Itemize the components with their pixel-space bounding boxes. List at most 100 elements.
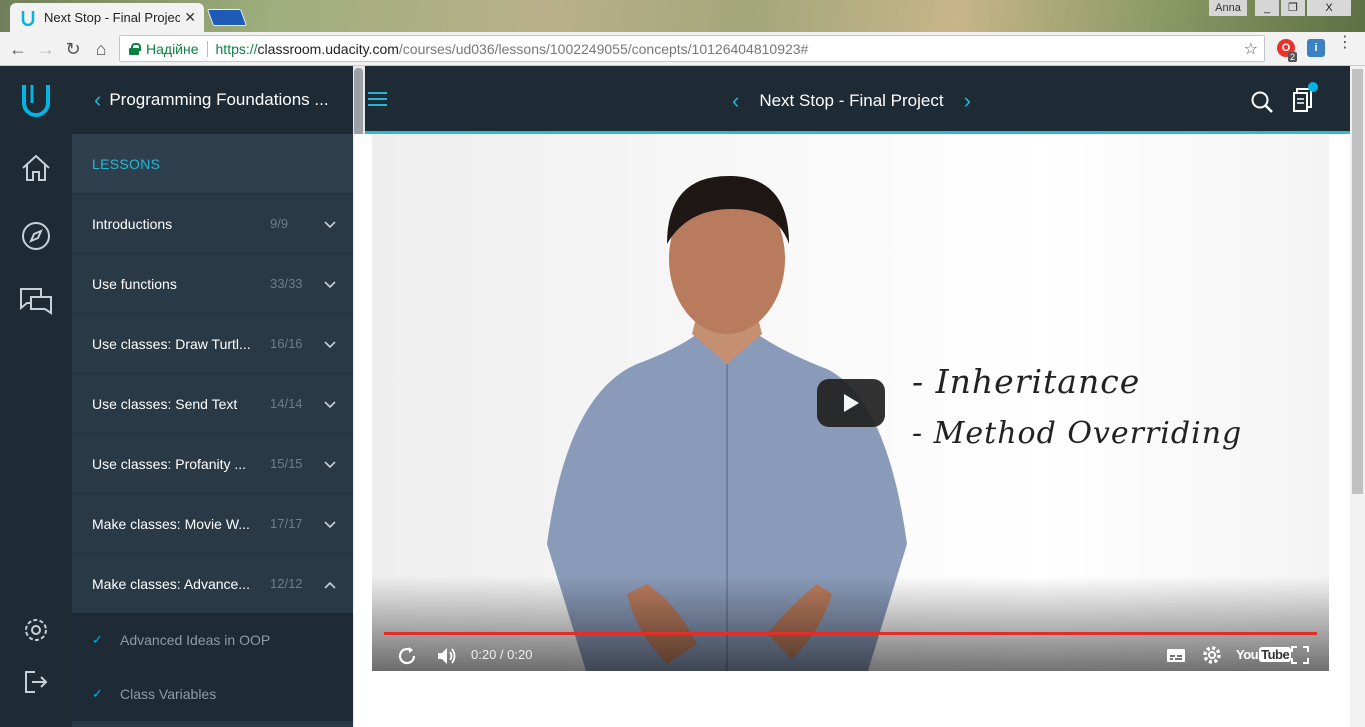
lesson-item[interactable]: Use classes: Send Text 14/14 [72,373,353,433]
concept-item-title: Class Variables [120,686,217,702]
close-window-button[interactable]: X [1307,0,1351,16]
youtube-logo[interactable]: You Tube [1236,647,1292,662]
reload-icon[interactable]: ↻ [63,39,83,60]
concept-item[interactable]: ✓ Advanced Ideas in OOP [72,613,353,667]
lesson-item[interactable]: Use classes: Profanity ... 15/15 [72,433,353,493]
bookmark-star-icon[interactable]: ☆ [1244,39,1258,59]
lesson-item[interactable]: Use classes: Draw Turtl... 16/16 [72,313,353,373]
home-nav-icon[interactable] [18,150,54,186]
browser-menu-icon[interactable]: ⋮ [1337,35,1353,51]
chevron-down-icon[interactable] [324,396,336,414]
lesson-item[interactable]: Use functions 33/33 [72,253,353,313]
chevron-left-icon[interactable]: ‹ [94,87,101,113]
course-header[interactable]: ‹ Programming Foundations ... [72,66,353,134]
lesson-progress-count: 9/9 [270,216,289,231]
udacity-logo-icon[interactable] [18,82,54,118]
lesson-item[interactable]: Make classes: Advance... 12/12 [72,553,353,613]
search-icon[interactable] [1250,90,1274,119]
logout-icon[interactable] [18,664,54,700]
play-icon [844,394,859,412]
video-controls: 0:20 / 0:20 You Tube [372,639,1329,671]
info-extension-icon[interactable]: i [1307,39,1325,57]
slide-text: - Inheritance - Method Overriding [912,356,1242,460]
lesson-progress-count: 12/12 [270,576,303,591]
prev-concept-icon[interactable]: ‹ [732,88,739,114]
lesson-title: Use classes: Profanity ... [92,455,247,472]
extension-badge: 2 [1288,52,1298,62]
checkmark-icon: ✓ [92,632,103,647]
concept-navigator: ‹ Next Stop - Final Project › [732,88,971,114]
classroom-topbar: ‹ Next Stop - Final Project › [365,66,1350,134]
chevron-down-icon[interactable] [324,456,336,474]
lesson-title: Make classes: Advance... [92,575,250,592]
video-time: 0:20 / 0:20 [471,647,533,662]
video-progress-bar[interactable] [384,632,1317,635]
play-button[interactable] [817,379,885,427]
restore-button[interactable]: ❐ [1281,0,1305,16]
lock-icon [129,42,141,55]
lesson-item[interactable]: Introductions 9/9 [72,193,353,253]
address-bar[interactable]: Надійне https://classroom.udacity.com/co… [119,35,1265,62]
page-scrollbar[interactable] [1350,66,1365,727]
concept-item-title: Advanced Ideas in OOP [120,632,271,648]
url-scheme: https:// [215,40,258,57]
hamburger-menu-icon[interactable] [368,92,387,106]
lesson-item[interactable]: Make classes: Movie W... 17/17 [72,493,353,553]
tab-title: Next Stop - Final Project [44,10,181,25]
minimize-button[interactable]: _ [1255,0,1279,16]
chevron-down-icon[interactable] [324,276,336,294]
udacity-favicon-icon [20,10,36,26]
lesson-list: Introductions 9/9 Use functions 33/33 Use cl… [72,193,353,613]
browser-toolbar: ← → ↻ ⌂ Надійне https://classroom.udacit… [0,32,1365,66]
fullscreen-icon[interactable] [1290,645,1310,670]
checkmark-icon: ✓ [92,686,103,701]
lesson-title: Use classes: Draw Turtl... [92,335,251,352]
lesson-title: Use functions [92,275,177,292]
lesson-progress-count: 15/15 [270,456,303,471]
page-scroll-thumb[interactable] [1352,69,1363,494]
course-title: Programming Foundations ... [109,90,329,109]
home-icon[interactable]: ⌂ [91,39,111,60]
browser-titlebar: Next Stop - Final Project ✕ Anna _ ❐ X [0,0,1365,32]
profile-chip[interactable]: Anna [1209,0,1247,16]
notes-icon[interactable] [1292,82,1318,117]
tab-close-icon[interactable]: ✕ [184,9,196,26]
notification-dot [1308,82,1318,92]
concept-list: ✓ Advanced Ideas in OOP ✓ Class Variables [72,613,353,721]
url-path: /courses/ud036/lessons/1002249055/concep… [398,40,809,57]
forward-arrow-icon[interactable]: → [36,39,56,60]
replay-icon[interactable] [396,645,418,671]
concept-item[interactable]: ✓ Class Variables [72,667,353,721]
lesson-progress-count: 33/33 [270,276,303,291]
lesson-progress-count: 17/17 [270,516,303,531]
slide-line: - Inheritance [912,362,1141,401]
lesson-progress-count: 14/14 [270,396,303,411]
chevron-down-icon[interactable] [324,516,336,534]
chevron-down-icon[interactable] [324,216,336,234]
settings-gear-icon[interactable] [18,612,54,648]
secure-label: Надійне [146,40,199,57]
video-player[interactable]: - Inheritance - Method Overriding 0:20 /… [372,134,1329,671]
volume-icon[interactable] [436,645,458,671]
omnibox-separator [206,40,208,57]
lesson-progress-count: 16/16 [270,336,303,351]
lessons-header: LESSONS [72,134,353,193]
concept-title: Next Stop - Final Project [759,91,944,110]
lessons-sidebar: ‹ Programming Foundations ... LESSONS In… [72,66,353,727]
new-tab-button[interactable] [206,9,248,26]
lesson-title: Introductions [92,215,173,232]
next-concept-icon[interactable]: › [964,88,971,114]
lesson-title: Make classes: Movie W... [92,515,250,532]
lesson-title: Use classes: Send Text [92,395,238,412]
captions-icon[interactable] [1166,645,1186,670]
back-arrow-icon[interactable]: ← [8,39,28,60]
discussion-icon[interactable] [18,284,54,320]
browser-tab[interactable]: Next Stop - Final Project ✕ [10,3,204,32]
compass-explore-icon[interactable] [18,218,54,254]
chevron-down-icon[interactable] [324,336,336,354]
slide-line: - Method Overriding [912,416,1243,451]
settings-icon[interactable] [1202,645,1222,670]
url-host: classroom.udacity.com [257,40,399,57]
chevron-up-icon[interactable] [324,576,336,594]
app-rail [0,66,72,727]
